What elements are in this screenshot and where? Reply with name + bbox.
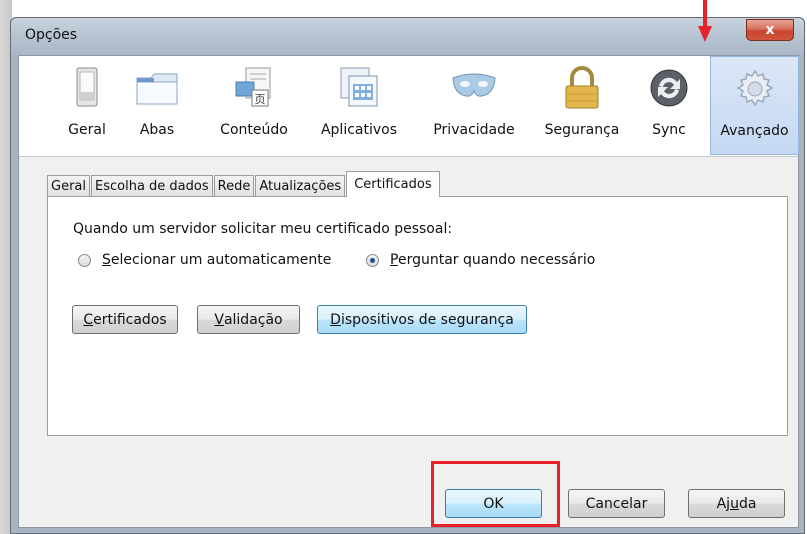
preferences-toolbar: Geral Abas 页 Conteúdo Aplicativos Privac… xyxy=(19,56,799,157)
tab-certificados[interactable]: Certificados xyxy=(346,171,440,197)
accelerator-key: S xyxy=(102,252,111,268)
help-button[interactable]: Aj u da xyxy=(688,489,785,518)
ok-highlight-annotation xyxy=(431,461,560,527)
radio-label: Perguntar quando necessário xyxy=(390,252,595,268)
button-label: da xyxy=(738,495,757,512)
applications-icon xyxy=(340,67,378,107)
radio-select-automatically[interactable]: Selecionar um automaticamente xyxy=(78,252,331,268)
radio-label-text: elecionar um automaticamente xyxy=(110,252,332,268)
validation-button[interactable]: Validação xyxy=(197,305,300,334)
pane-privacidade[interactable]: Privacidade xyxy=(424,56,524,155)
general-switch-icon xyxy=(76,67,98,107)
pane-label: Sync xyxy=(652,122,686,138)
dialog-client-area: Geral Abas 页 Conteúdo Aplicativos Privac… xyxy=(18,55,799,528)
pane-label: Segurança xyxy=(544,122,620,138)
pane-aplicativos[interactable]: Aplicativos xyxy=(309,56,409,155)
pane-label: Geral xyxy=(68,122,106,138)
radio-button-checked[interactable] xyxy=(366,253,379,267)
tabs-icon xyxy=(136,73,178,105)
accelerator-key: C xyxy=(83,311,94,328)
security-lock-icon xyxy=(565,66,599,109)
accelerator-key: u xyxy=(730,495,739,512)
view-certificates-button[interactable]: Certificados xyxy=(72,305,178,334)
sync-icon xyxy=(650,69,688,107)
certificate-request-label: Quando um servidor solicitar meu certifi… xyxy=(73,221,453,237)
pane-sync[interactable]: Sync xyxy=(641,56,697,155)
pane-label: Avançado xyxy=(720,123,789,139)
content-icon: 页 xyxy=(235,67,271,107)
pane-label: Conteúdo xyxy=(220,122,288,138)
security-devices-button[interactable]: Dispositivos de segurança xyxy=(317,305,527,334)
pane-abas[interactable]: Abas xyxy=(129,56,185,155)
button-label: ertificados xyxy=(93,311,167,328)
cancel-button[interactable]: Cancelar xyxy=(568,489,665,518)
accelerator-key: D xyxy=(330,311,341,328)
options-window: Opções x Geral Abas 页 Conteúdo Aplicativ… xyxy=(10,17,805,534)
button-label: ispositivos de segurança xyxy=(340,311,514,328)
pane-label: Aplicativos xyxy=(320,122,398,138)
pane-geral[interactable]: Geral xyxy=(59,56,115,155)
radio-label-text: erguntar quando necessário xyxy=(397,252,596,268)
certificates-panel: Quando um servidor solicitar meu certifi… xyxy=(47,196,788,436)
tab-atualizacoes[interactable]: Atualizações xyxy=(255,175,346,197)
radio-label: Selecionar um automaticamente xyxy=(102,252,331,268)
radio-ask-every-time[interactable]: Perguntar quando necessário xyxy=(366,252,595,268)
pane-conteudo[interactable]: 页 Conteúdo xyxy=(214,56,294,155)
accelerator-key: P xyxy=(390,252,398,268)
window-title: Opções xyxy=(25,27,78,43)
radio-button[interactable] xyxy=(78,253,91,267)
svg-text:页: 页 xyxy=(255,93,266,106)
tab-escolha-de-dados[interactable]: Escolha de dados xyxy=(91,175,213,197)
close-button[interactable]: x xyxy=(746,19,794,41)
tab-rede[interactable]: Rede xyxy=(213,175,255,197)
red-arrow-annotation xyxy=(698,0,712,42)
button-label: Aj xyxy=(716,495,731,512)
advanced-gear-icon xyxy=(736,69,773,107)
pane-label: Abas xyxy=(139,122,175,138)
button-label: alidação xyxy=(223,311,283,328)
close-icon: x xyxy=(765,22,775,38)
title-bar[interactable]: Opções x xyxy=(11,18,804,55)
privacy-mask-icon xyxy=(452,73,496,97)
advanced-tabs: Geral Escolha de dados Rede Atualizações… xyxy=(47,171,441,197)
tab-geral[interactable]: Geral xyxy=(47,175,90,197)
pane-seguranca[interactable]: Segurança xyxy=(538,56,626,155)
pane-avancado[interactable]: Avançado xyxy=(710,56,799,155)
accelerator-key: V xyxy=(214,311,224,328)
pane-label: Privacidade xyxy=(433,122,515,138)
